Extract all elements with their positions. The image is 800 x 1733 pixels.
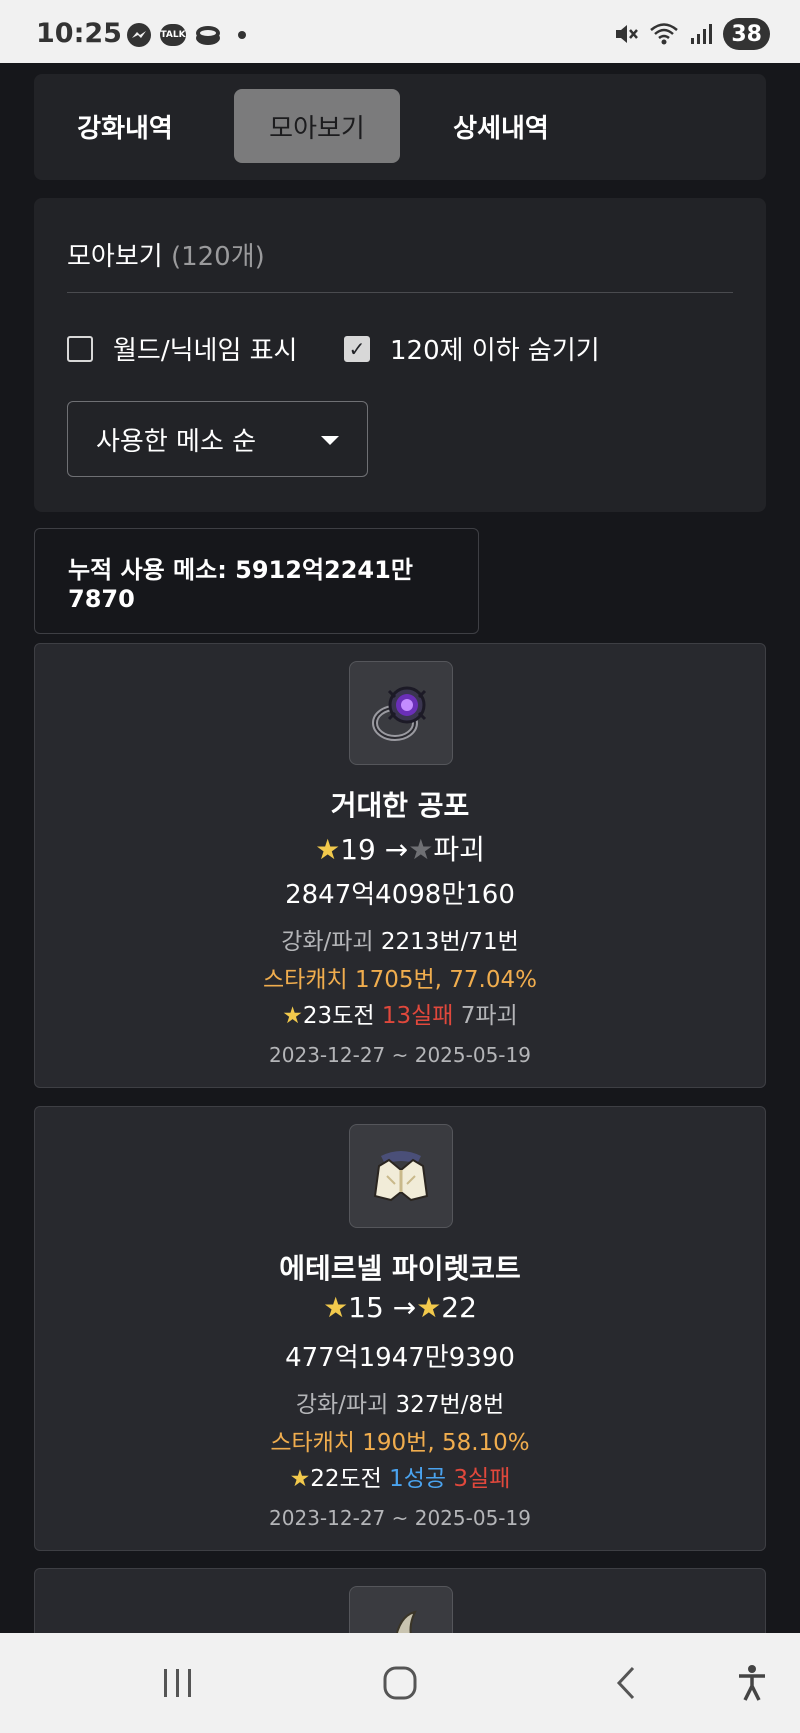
enhance-value: 327번/8번	[395, 1392, 505, 1418]
destroy-count: 7파괴	[460, 1003, 518, 1029]
hide-under-120-option[interactable]: ✓ 120제 이하 숨기기	[344, 330, 600, 367]
mute-icon	[616, 25, 639, 43]
dark-ring-icon	[349, 661, 453, 765]
result-text: 파괴	[433, 833, 485, 866]
dot-icon	[238, 31, 246, 39]
star-icon: ★	[315, 833, 341, 866]
item-name: 거대한 공포	[330, 789, 470, 822]
item-meso: 477억1947만9390	[285, 1343, 515, 1373]
enhance-label: 강화/파괴	[295, 1392, 389, 1418]
wifi-icon	[650, 23, 679, 45]
to-star: 22	[441, 1291, 477, 1324]
white-coat-icon	[349, 1124, 453, 1228]
date-range: 2023-12-27 ~ 2025-05-19	[269, 1043, 531, 1067]
overview-settings: 모아보기 (120개) 월드/닉네임 표시 ✓ 120제 이하 숨기기 사용한 …	[34, 198, 766, 512]
chevron-down-icon	[321, 436, 339, 445]
fail-count: 13실패	[381, 1003, 454, 1029]
status-time: 10:25	[36, 18, 122, 49]
total-meso-box: 누적 사용 메소: 5912억2241만7870	[34, 528, 479, 634]
divider	[67, 292, 733, 293]
arrow-icon: →	[384, 833, 409, 866]
accessibility-icon[interactable]	[732, 1663, 772, 1703]
success-count: 1성공	[389, 1466, 447, 1492]
item-meso: 2847억4098만160	[285, 880, 515, 910]
notification-icons: TALK	[126, 22, 246, 48]
from-star: 19	[340, 833, 376, 866]
item-card[interactable]: 에테르넬 파이렛코트 ★15 →★22 477억1947만9390 강화/파괴 …	[34, 1106, 766, 1551]
item-name: 에테르넬 파이렛코트	[279, 1252, 521, 1285]
sort-select-value: 사용한 메소 순	[96, 426, 257, 457]
coin-icon	[196, 26, 220, 45]
star-icon: ★	[282, 1003, 303, 1029]
enhance-value: 2213번/71번	[380, 929, 519, 955]
show-world-nickname-label: 월드/닉네임 표시	[113, 336, 298, 366]
status-bar: 10:25 TALK 38	[0, 0, 800, 63]
fail-count: 3실패	[453, 1466, 511, 1492]
kakaotalk-icon: TALK	[160, 24, 186, 46]
challenge-count: 22도전	[310, 1466, 382, 1492]
total-meso-label: 누적 사용 메소: 5912억2241만7870	[68, 555, 413, 613]
sort-select[interactable]: 사용한 메소 순	[67, 401, 368, 477]
show-world-nickname-checkbox[interactable]	[67, 335, 93, 362]
enhance-destroy-count: 강화/파괴 327번/8번	[35, 1385, 765, 1419]
star-icon: ★	[323, 1291, 349, 1324]
star-progress: ★15 →★22	[35, 1291, 765, 1324]
section-title: 모아보기 (120개)	[67, 236, 265, 273]
messenger-icon	[127, 23, 151, 47]
star-icon: ★	[416, 1291, 442, 1324]
section-title-label: 모아보기	[67, 242, 163, 272]
item-card[interactable]: 거대한 공포 ★19 →★파괴 2847억4098만160 강화/파괴 2213…	[34, 643, 766, 1088]
star-icon: ★	[289, 1466, 311, 1492]
star-progress: ★19 →★파괴	[35, 828, 765, 868]
arrow-icon: →	[392, 1291, 417, 1324]
challenge-stat: ★22도전 1성공 3실패	[35, 1459, 765, 1493]
tab-bar: 강화내역 모아보기 상세내역	[34, 74, 766, 180]
battery-indicator: 38	[723, 18, 770, 50]
from-star: 15	[348, 1291, 384, 1324]
section-count: (120개)	[170, 242, 265, 272]
date-range: 2023-12-27 ~ 2025-05-19	[269, 1506, 531, 1530]
challenge-stat: ★23도전 13실패 7파괴	[35, 996, 765, 1030]
tab-detail-history[interactable]: 상세내역	[418, 89, 584, 163]
starcatch-stat: 스타캐치 190번, 58.10%	[270, 1430, 530, 1456]
enhance-label: 강화/파괴	[281, 929, 374, 955]
signal-icon	[691, 24, 713, 44]
hide-under-120-label: 120제 이하 숨기기	[390, 336, 600, 366]
tab-overview[interactable]: 모아보기	[234, 89, 400, 163]
back-icon[interactable]	[606, 1663, 646, 1703]
hide-under-120-checkbox[interactable]: ✓	[344, 335, 370, 362]
enhance-destroy-count: 강화/파괴 2213번/71번	[35, 922, 765, 956]
starcatch-stat: 스타캐치 1705번, 77.04%	[263, 967, 537, 993]
show-world-nickname-option[interactable]: 월드/닉네임 표시	[67, 330, 297, 367]
star-grey-icon: ★	[408, 833, 434, 866]
challenge-count: 23도전	[302, 1003, 375, 1029]
system-navigation-bar	[0, 1633, 800, 1733]
home-icon[interactable]	[380, 1663, 420, 1703]
system-icons: 38	[613, 18, 770, 50]
recent-apps-icon[interactable]	[158, 1663, 198, 1703]
tab-enhance-history[interactable]: 강화내역	[42, 89, 208, 163]
